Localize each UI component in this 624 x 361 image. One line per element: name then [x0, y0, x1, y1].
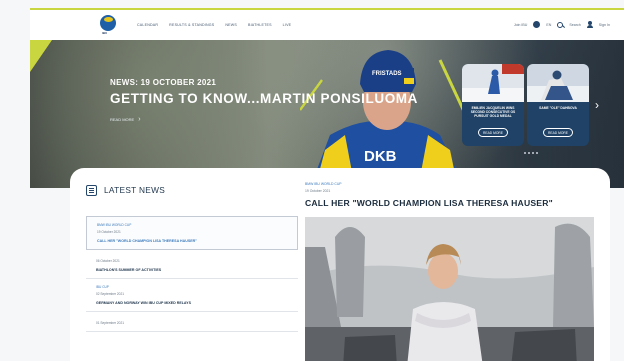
news-list-item[interactable]: 06 October 2021 BIATHLON'S SUMMER OF ACT… — [86, 250, 298, 279]
card-image — [462, 64, 524, 102]
nav-item-news[interactable]: NEWS — [225, 23, 237, 27]
hero-banner: DKB FRISTADS NEWS: 19 OCTOBER 2021 GETTI… — [30, 40, 624, 188]
article-photo-image — [305, 217, 594, 361]
carousel-dot[interactable] — [536, 152, 538, 154]
user-icon[interactable] — [586, 21, 593, 28]
svg-text:FRISTADS: FRISTADS — [372, 71, 402, 77]
hero-title[interactable]: GETTING TO KNOW...MARTIN PONSILUOMA — [110, 91, 418, 106]
nav-item-calendar[interactable]: CALENDAR — [137, 23, 158, 27]
hero-date: NEWS: 19 OCTOBER 2021 — [110, 78, 217, 87]
content-panel: LATEST NEWS BMW IBU WORLD CUP 19 October… — [70, 168, 610, 361]
globe-icon[interactable] — [533, 21, 541, 28]
news-title: CALL HER "WORLD CHAMPION LISA THERESA HA… — [97, 239, 197, 243]
card-text: EMILIEN JACQUELIN WINS SECOND CONSECUTIV… — [470, 106, 516, 119]
chevron-right-icon: › — [138, 116, 141, 123]
news-title: BIATHLON'S SUMMER OF ACTIVITIES — [96, 268, 162, 272]
news-list-item[interactable]: BMW IBU WORLD CUP 19 October 2021 CALL H… — [86, 216, 298, 250]
newspaper-icon — [86, 184, 97, 196]
hero-text-block: NEWS: 19 OCTOBER 2021 GETTING TO KNOW...… — [110, 78, 418, 123]
carousel-dot[interactable] — [532, 152, 534, 154]
card-read-more-button[interactable]: READ MORE — [543, 128, 573, 137]
article-category: BMW IBU WORLD CUP — [305, 182, 342, 186]
latest-news-list: BMW IBU WORLD CUP 19 October 2021 CALL H… — [86, 216, 298, 332]
news-category: IBU CUP — [96, 285, 109, 289]
news-date: 06 October 2021 — [96, 259, 120, 263]
news-date: 02 September 2021 — [96, 292, 124, 296]
site-header: IBU CALENDAR RESULTS & STANDINGS NEWS BI… — [30, 10, 624, 40]
article-title[interactable]: CALL HER "WORLD CHAMPION LISA THERESA HA… — [305, 198, 595, 208]
carousel-dots — [524, 152, 538, 154]
hero-read-more[interactable]: READ MORE › — [110, 116, 418, 123]
latest-news-header: LATEST NEWS — [86, 182, 298, 198]
latest-news-heading: LATEST NEWS — [104, 185, 166, 195]
nav-item-biathletes[interactable]: BIATHLETES — [248, 23, 272, 27]
language-select[interactable]: EN — [546, 23, 551, 27]
page: IBU CALENDAR RESULTS & STANDINGS NEWS BI… — [0, 0, 624, 361]
news-list-item[interactable]: 01 September 2021 — [86, 312, 298, 332]
join-link[interactable]: Join IBU — [514, 23, 528, 27]
accent-triangle — [30, 40, 52, 72]
signin-link[interactable]: Sign In — [599, 23, 610, 27]
chevron-right-icon[interactable]: › — [595, 98, 599, 112]
carousel-dot[interactable] — [524, 152, 526, 154]
news-category: BMW IBU WORLD CUP — [97, 223, 132, 227]
card-image — [527, 64, 589, 102]
news-date: 01 September 2021 — [96, 321, 124, 325]
ibu-logo-icon[interactable] — [100, 15, 116, 31]
news-title: GERMANY AND NORWAY WIN IBU CUP MIXED REL… — [96, 301, 191, 305]
main-nav: CALENDAR RESULTS & STANDINGS NEWS BIATHL… — [137, 23, 291, 27]
card-text: SAME "OLE" DAHBOVA — [539, 106, 577, 110]
card-read-more-button[interactable]: READ MORE — [478, 128, 508, 137]
search-icon[interactable] — [557, 21, 564, 28]
news-date: 19 October 2021 — [97, 230, 121, 234]
news-list-item[interactable]: IBU CUP 02 September 2021 GERMANY AND NO… — [86, 279, 298, 312]
header-utilities: Join IBU EN Search Sign In — [514, 21, 610, 28]
nav-item-live[interactable]: LIVE — [283, 23, 292, 27]
article-date: 19 October 2021 — [305, 189, 331, 193]
nav-item-results[interactable]: RESULTS & STANDINGS — [169, 23, 214, 27]
latest-news-column: LATEST NEWS BMW IBU WORLD CUP 19 October… — [86, 182, 298, 332]
svg-text:DKB: DKB — [364, 148, 397, 165]
hero-read-more-label: READ MORE — [110, 117, 135, 122]
carousel-card[interactable]: EMILIEN JACQUELIN WINS SECOND CONSECUTIV… — [462, 64, 524, 146]
carousel-dot[interactable] — [528, 152, 530, 154]
article-photo[interactable] — [305, 217, 594, 361]
featured-article: BMW IBU WORLD CUP 19 October 2021 CALL H… — [305, 182, 595, 361]
logo-text: IBU — [102, 31, 108, 35]
carousel-card[interactable]: SAME "OLE" DAHBOVA READ MORE — [527, 64, 589, 146]
search-link[interactable]: Search — [569, 23, 580, 27]
